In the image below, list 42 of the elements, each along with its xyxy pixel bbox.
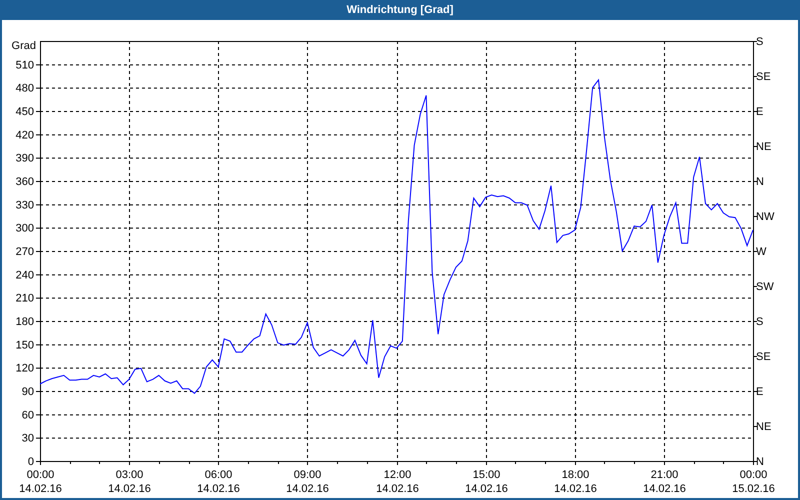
chart-title: Windrichtung [Grad] (346, 2, 454, 18)
y-axis-label: 180 (16, 316, 34, 328)
y-axis-label: 240 (16, 269, 34, 282)
compass-axis-label: S (756, 316, 764, 328)
compass-axis-label: SE (756, 71, 771, 83)
x-axis-label: 12:00 14.02.16 (376, 469, 419, 495)
y-axis-label: 150 (16, 339, 34, 352)
y-axis-label: 480 (16, 82, 34, 95)
x-axis-label: 00:00 14.02.16 (19, 469, 62, 495)
y-axis-label: 90 (22, 386, 34, 398)
compass-axis-label: SW (756, 281, 774, 293)
x-axis-label: 00:00 15.02.16 (732, 469, 775, 495)
y-axis-label: 120 (16, 362, 34, 375)
x-axis-label: 18:00 14.02.16 (554, 469, 597, 495)
y-axis-label: 60 (22, 409, 34, 422)
compass-axis-label: W (756, 246, 766, 258)
compass-axis-label: S (756, 36, 764, 48)
y-axis-label: 30 (22, 432, 34, 445)
x-axis-label: 06:00 14.02.16 (197, 469, 240, 495)
x-axis-label: 03:00 14.02.16 (108, 469, 151, 495)
compass-axis-label: NE (756, 141, 772, 153)
y-axis-label: 330 (16, 199, 34, 212)
x-axis-label: 15:00 14.02.16 (465, 469, 508, 495)
compass-axis-label: SE (756, 351, 771, 363)
y-axis-label: 510 (16, 59, 34, 72)
y-axis-label: 0 (28, 456, 34, 468)
y-axis-label: 210 (16, 292, 34, 305)
compass-axis-label: N (756, 456, 764, 468)
y-axis-label: 420 (16, 129, 34, 142)
compass-axis-label: NE (756, 421, 772, 433)
y-axis-label: 300 (16, 222, 34, 235)
compass-axis-label: E (756, 106, 764, 118)
y-axis-label: 450 (16, 106, 34, 118)
y-axis-label: 390 (16, 152, 34, 165)
y-axis-title: Grad (12, 40, 36, 52)
y-axis-label: 360 (16, 176, 34, 188)
compass-axis-label: NW (756, 211, 774, 223)
y-axis-label: 270 (16, 246, 34, 258)
compass-axis-label: N (756, 176, 764, 188)
x-axis-label: 21:00 14.02.16 (643, 469, 686, 495)
compass-axis-label: E (756, 386, 764, 398)
x-axis-label: 09:00 14.02.16 (286, 469, 329, 495)
